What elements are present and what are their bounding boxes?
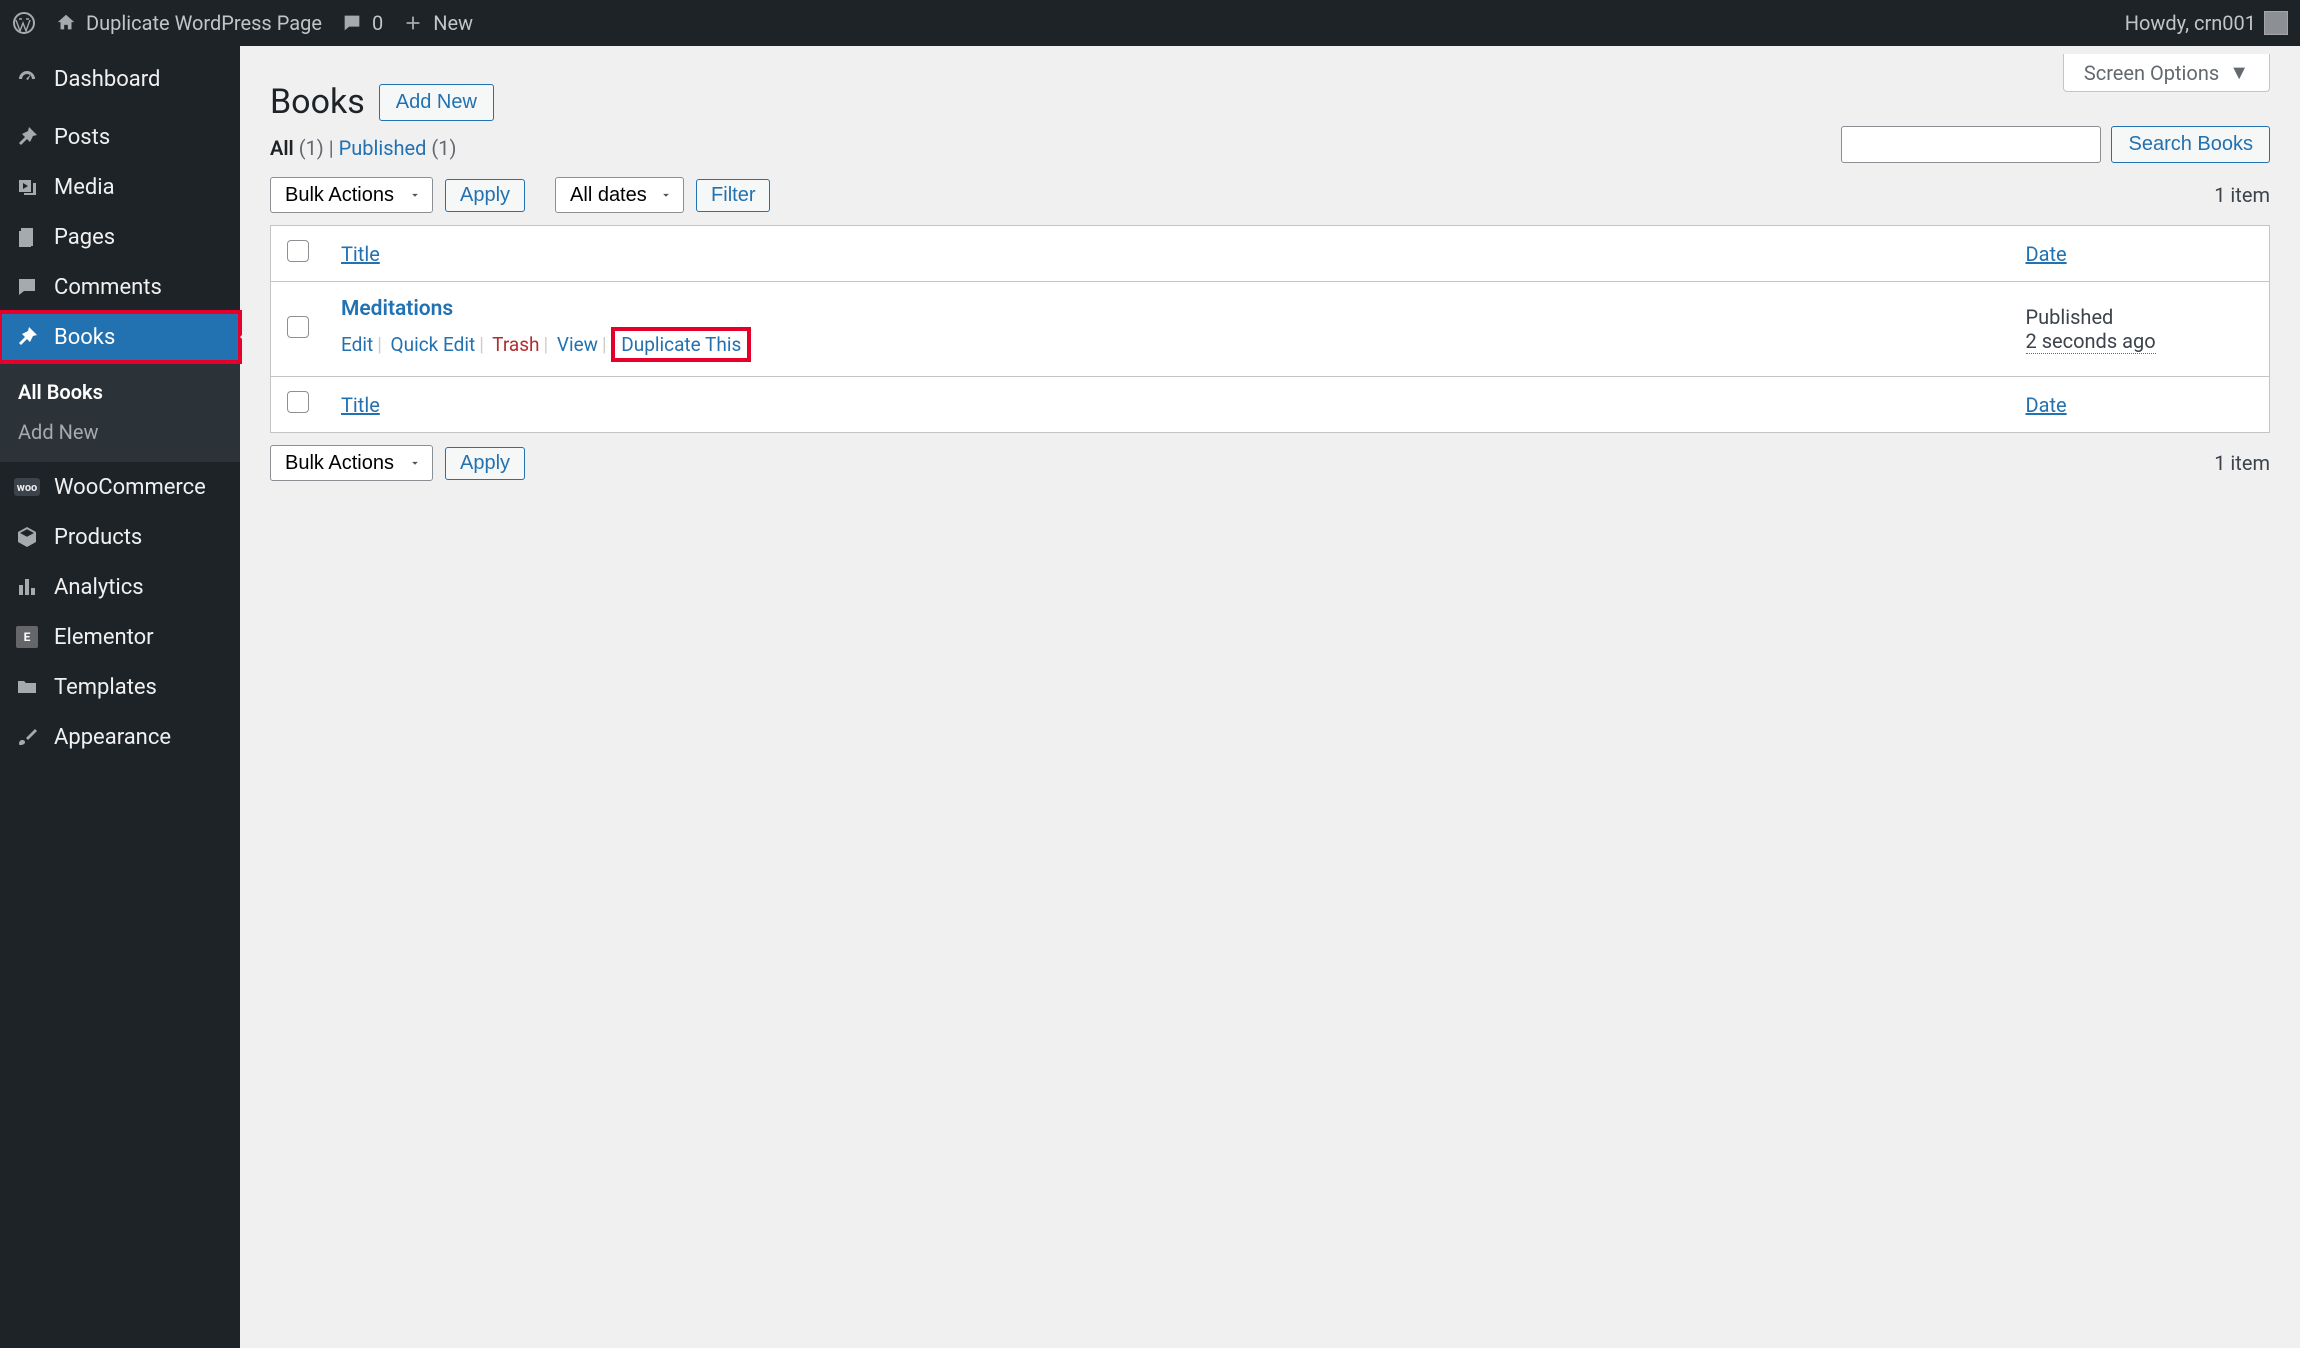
row-actions: Edit| Quick Edit| Trash| View| Duplicate… [341, 327, 1994, 362]
chart-icon [14, 574, 40, 600]
page-title: Books [270, 82, 365, 122]
chevron-down-icon: ▼ [2229, 60, 2249, 85]
filter-all-label[interactable]: All [270, 136, 294, 160]
wp-logo-link[interactable] [12, 11, 36, 35]
date-filter-select[interactable]: All dates [555, 177, 684, 213]
apply-button-bottom[interactable]: Apply [445, 447, 525, 480]
pages-icon [14, 224, 40, 250]
item-count-top: 1 item [2214, 183, 2270, 207]
account-link[interactable]: Howdy, crn001 [2125, 11, 2288, 35]
table-row: Meditations Edit| Quick Edit| Trash| Vie… [271, 282, 2270, 377]
site-link[interactable]: Duplicate WordPress Page [54, 11, 322, 35]
plus-icon [401, 11, 425, 35]
new-link[interactable]: New [401, 11, 473, 35]
menu-media[interactable]: Media [0, 162, 240, 212]
menu-comments[interactable]: Comments [0, 262, 240, 312]
menu-woocommerce[interactable]: woo WooCommerce [0, 462, 240, 512]
menu-pages[interactable]: Pages [0, 212, 240, 262]
wordpress-icon [12, 11, 36, 35]
elementor-icon: E [14, 624, 40, 650]
filter-published[interactable]: Published [339, 136, 427, 160]
action-edit[interactable]: Edit [341, 333, 373, 356]
box-icon [14, 524, 40, 550]
submenu-add-new[interactable]: Add New [0, 412, 240, 452]
action-view[interactable]: View [557, 333, 598, 356]
menu-products[interactable]: Products [0, 512, 240, 562]
folder-icon [14, 674, 40, 700]
bulk-actions-select[interactable]: Bulk Actions [270, 177, 433, 213]
media-icon [14, 174, 40, 200]
comments-link[interactable]: 0 [340, 11, 383, 35]
home-icon [54, 11, 78, 35]
row-checkbox[interactable] [287, 316, 309, 338]
submenu-books: All Books Add New [0, 362, 240, 462]
filter-button[interactable]: Filter [696, 179, 770, 212]
apply-button[interactable]: Apply [445, 179, 525, 212]
select-all-checkbox-bottom[interactable] [287, 391, 309, 413]
comment-icon [340, 11, 364, 35]
filter-all-count: (1) [299, 136, 324, 160]
item-count-bottom: 1 item [2214, 451, 2270, 475]
column-title-bottom[interactable]: Title [341, 393, 380, 417]
filter-published-count: (1) [431, 136, 456, 160]
search-button[interactable]: Search Books [2111, 126, 2270, 163]
row-date-status: Published [2026, 305, 2254, 329]
comments-icon [14, 274, 40, 300]
pin-icon [14, 124, 40, 150]
row-title-link[interactable]: Meditations [341, 297, 453, 321]
search-input[interactable] [1841, 126, 2101, 163]
admin-bar: Duplicate WordPress Page 0 New Howdy, cr… [0, 0, 2300, 46]
pin-icon [14, 324, 40, 350]
menu-appearance[interactable]: Appearance [0, 712, 240, 762]
screen-options-toggle[interactable]: Screen Options ▼ [2063, 54, 2270, 92]
action-duplicate[interactable]: Duplicate This [621, 333, 741, 356]
posts-table: Title Date Meditations Edit| Quick Edit|… [270, 225, 2270, 433]
bulk-actions-select-bottom[interactable]: Bulk Actions [270, 445, 433, 481]
woo-icon: woo [14, 474, 40, 500]
column-date-bottom[interactable]: Date [2026, 393, 2067, 417]
column-date[interactable]: Date [2026, 242, 2067, 266]
action-trash[interactable]: Trash [492, 333, 539, 356]
admin-menu: Dashboard Posts Media Pages Comments Boo… [0, 46, 240, 1348]
new-label: New [433, 11, 473, 35]
main-content: Screen Options ▼ Books Add New All (1) |… [240, 46, 2300, 1348]
avatar [2264, 11, 2288, 35]
menu-analytics[interactable]: Analytics [0, 562, 240, 612]
column-title[interactable]: Title [341, 242, 380, 266]
menu-books[interactable]: Books [0, 312, 240, 362]
menu-posts[interactable]: Posts [0, 112, 240, 162]
brush-icon [14, 724, 40, 750]
action-quick-edit[interactable]: Quick Edit [391, 333, 476, 356]
select-all-checkbox[interactable] [287, 240, 309, 262]
submenu-all-books[interactable]: All Books [0, 372, 240, 412]
menu-dashboard[interactable]: Dashboard [0, 46, 240, 112]
row-date-time: 2 seconds ago [2026, 329, 2156, 354]
menu-elementor[interactable]: E Elementor [0, 612, 240, 662]
menu-templates[interactable]: Templates [0, 662, 240, 712]
dashboard-icon [14, 66, 40, 92]
howdy-text: Howdy, crn001 [2125, 11, 2256, 35]
comments-count: 0 [372, 11, 383, 35]
site-title: Duplicate WordPress Page [86, 11, 322, 35]
add-new-button[interactable]: Add New [379, 84, 494, 121]
